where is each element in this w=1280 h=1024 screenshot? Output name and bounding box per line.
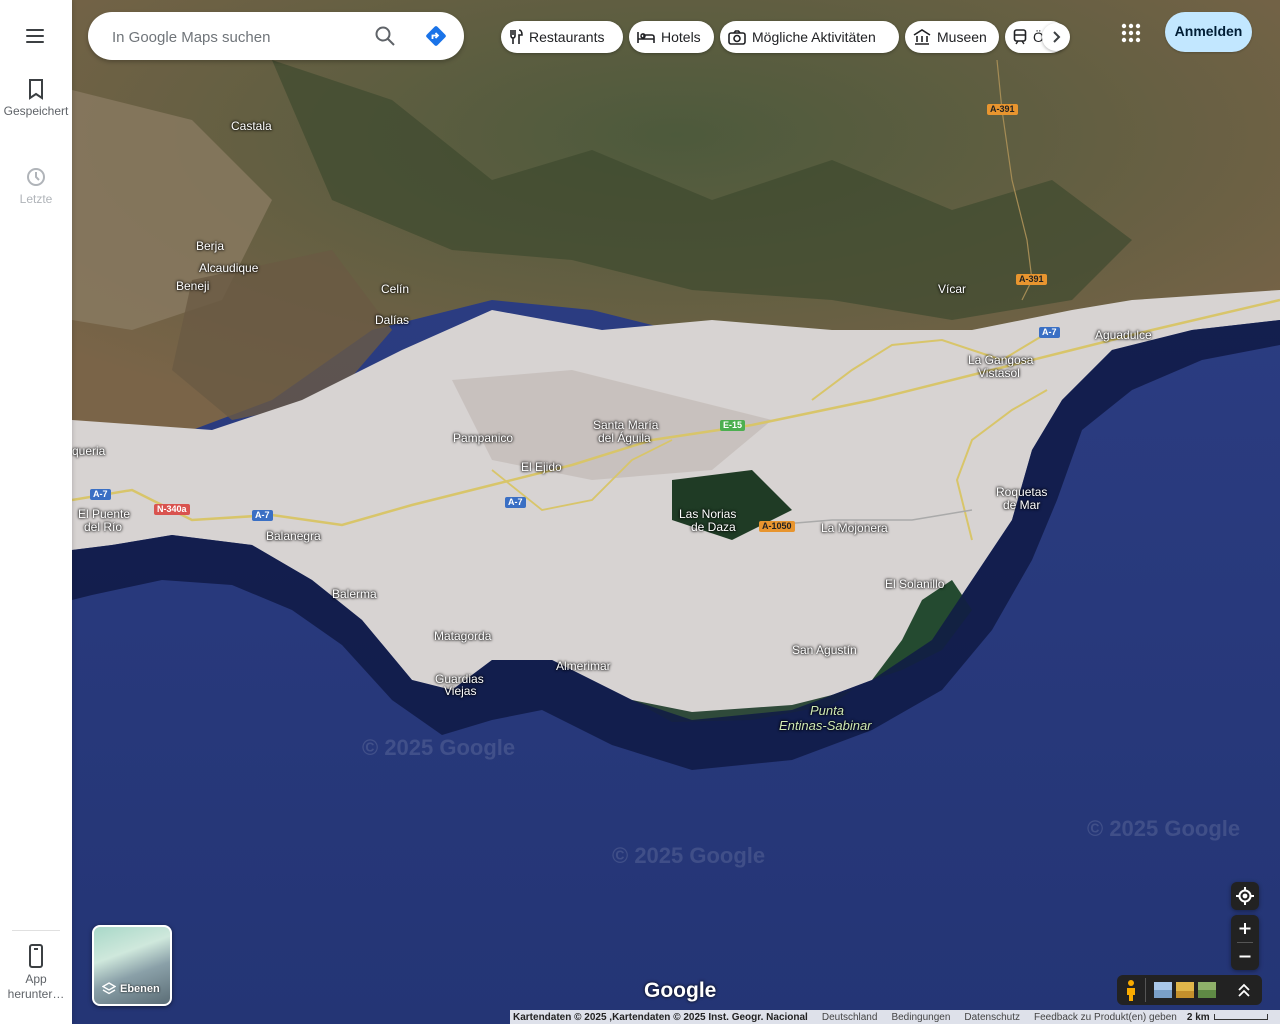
sidebar-item-saved[interactable]: Gespeichert [0,78,72,119]
zoom-controls [1231,915,1259,970]
layers-button[interactable]: Ebenen [92,925,172,1006]
place-label[interactable]: de Mar [1003,499,1040,512]
place-label[interactable]: Berja [196,240,224,253]
place-label[interactable]: Balanegra [266,530,321,543]
phone-icon [29,944,43,968]
street-view-bar [1117,975,1262,1005]
place-label[interactable]: Viejas [444,685,476,698]
sidebar-item-recent[interactable]: Letzte [0,166,72,207]
download-app-button[interactable]: App herunter… [0,944,72,1002]
layers-label: Ebenen [120,983,160,995]
place-label[interactable]: Entinas-Sabinar [779,719,872,732]
zoom-out-button[interactable] [1231,943,1259,970]
chevron-right-icon [1053,31,1061,43]
expand-up-icon[interactable] [1235,981,1253,999]
chip-activities[interactable]: Mögliche Aktivitäten [720,21,899,53]
chip-label: Museen [937,29,987,45]
place-label[interactable]: queria [72,445,105,458]
my-location-button[interactable] [1231,882,1259,910]
chip-label: Hotels [661,29,701,45]
sidebar-item-label: Gespeichert [3,104,69,118]
menu-icon[interactable] [24,26,48,46]
bookmark-icon [29,79,43,100]
sidebar-item-label: Letzte [19,192,53,206]
chips-next-button[interactable] [1042,23,1070,51]
zoom-in-button[interactable] [1231,915,1259,942]
place-label[interactable]: Alcaudique [199,262,258,275]
place-label[interactable]: del Águila [598,432,651,445]
google-logo: Google [644,979,717,1002]
transit-icon [1013,29,1027,45]
scale-label: 2 km [1186,1011,1210,1023]
search-icon[interactable] [374,25,396,47]
road-shield: A-7 [252,510,273,521]
divider [1145,978,1146,1002]
place-label[interactable]: del Río [84,521,122,534]
restaurant-icon [510,29,523,44]
directions-icon[interactable] [424,24,448,48]
place-label[interactable]: Matagorda [434,630,491,643]
place-label[interactable]: Punta [810,704,844,717]
place-label[interactable]: Dalías [375,314,409,327]
place-label[interactable]: Aguadulce [1095,329,1152,342]
chip-label: Mögliche Aktivitäten [752,29,876,45]
road-shield: A-391 [987,104,1018,115]
road-shield: A-7 [1039,327,1060,338]
place-label[interactable]: Castala [231,120,272,133]
road-shield: N-340a [154,504,190,515]
privacy-link[interactable]: Datenschutz [964,1012,1020,1023]
download-app-label: App herunter… [7,972,65,1001]
imagery-thumbnails[interactable] [1154,982,1216,998]
road-shield: A-1050 [759,521,795,532]
chip-hotels[interactable]: Hotels [629,21,714,53]
chip-restaurants[interactable]: Restaurants [501,21,623,53]
road-shield: A-391 [1016,274,1047,285]
place-label[interactable]: La Mojonera [821,522,888,535]
place-label[interactable]: Vícar [938,283,966,296]
scale-line [1213,1014,1268,1020]
place-label[interactable]: Almerimar [556,660,611,673]
left-sidebar: Gespeichert Letzte App herunter… [0,0,72,1024]
layers-icon [102,982,116,995]
chip-museums[interactable]: Museen [905,21,999,53]
history-icon [27,168,45,186]
terms-link[interactable]: Bedingungen [891,1012,950,1023]
road-shield: E-15 [720,420,746,431]
place-label[interactable]: Vistasol [978,367,1020,380]
watermark: © 2025 Google [1087,816,1241,841]
place-label[interactable]: San Agustín [792,644,857,657]
hotel-icon [637,32,655,43]
search-input[interactable] [110,24,354,50]
map-data-attribution: Kartendaten © 2025 ,Kartendaten © 2025 I… [513,1011,808,1023]
divider [12,930,60,931]
feedback-link[interactable]: Feedback zu Produkt(en) geben [1034,1012,1177,1023]
chip-label: Restaurants [529,29,605,45]
search-box [88,12,464,60]
my-location-icon [1236,887,1254,905]
place-label[interactable]: El Solanillo [885,578,944,591]
watermark: © 2025 Google [612,843,766,868]
road-shield: A-7 [90,489,111,500]
pegman-icon[interactable] [1123,979,1139,1001]
road-shield: A-7 [505,497,526,508]
watermark: © 2025 Google [362,735,516,760]
place-label[interactable]: Balerma [332,588,377,601]
satellite-map[interactable]: © 2025 Google © 2025 Google © 2025 Googl… [72,0,1280,1024]
country-link[interactable]: Deutschland [822,1012,878,1023]
scale-bar[interactable]: 2 km [1187,1012,1268,1023]
place-label[interactable]: Pampanico [453,432,513,445]
sign-in-button[interactable]: Anmelden [1165,12,1252,52]
place-label[interactable]: Beneji [176,280,209,293]
place-label[interactable]: de Daza [691,521,736,534]
attribution-bar: Kartendaten © 2025 ,Kartendaten © 2025 I… [510,1010,1280,1024]
museum-icon [913,29,931,45]
camera-icon [728,29,746,45]
apps-grid-icon[interactable] [1120,22,1142,44]
place-label[interactable]: El Ejido [521,461,562,474]
place-label[interactable]: Celín [381,283,409,296]
